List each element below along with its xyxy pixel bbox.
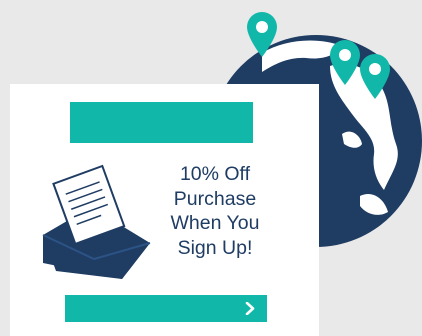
envelope-icon	[42, 164, 151, 279]
offer-line: Sign Up!	[177, 236, 253, 259]
header-bar	[70, 102, 253, 143]
offer-line: When You	[170, 212, 260, 234]
offer-line: 10% Off	[179, 163, 251, 185]
sign-up-button[interactable]	[65, 295, 267, 322]
chevron-right-icon	[245, 302, 255, 315]
promo-card: 10% Off Purchase When You Sign Up!	[10, 84, 319, 336]
offer-line: Purchase	[173, 187, 257, 210]
offer-text: 10% Off Purchase When You Sign Up!	[154, 162, 276, 260]
